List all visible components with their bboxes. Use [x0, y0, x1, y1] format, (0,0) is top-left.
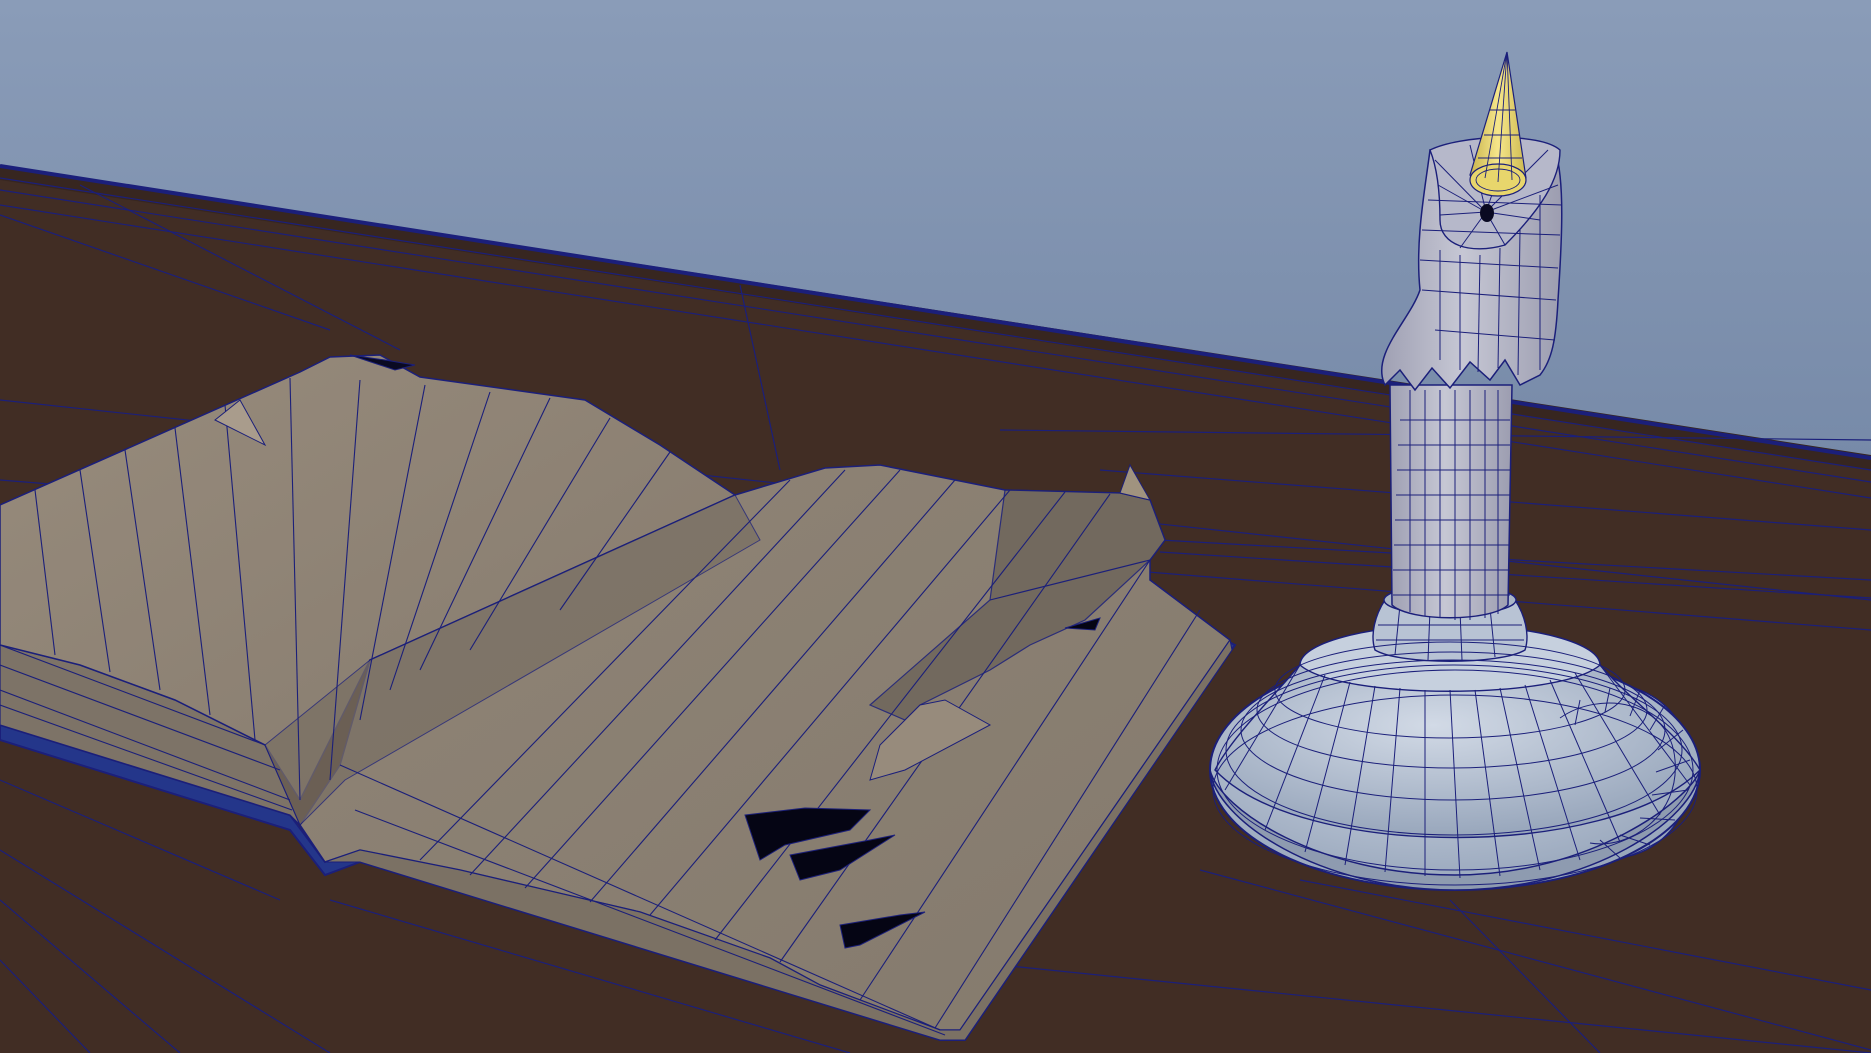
- 3d-viewport[interactable]: [0, 0, 1871, 1053]
- candle-wick-base: [1480, 204, 1494, 222]
- scene-render[interactable]: [0, 0, 1871, 1053]
